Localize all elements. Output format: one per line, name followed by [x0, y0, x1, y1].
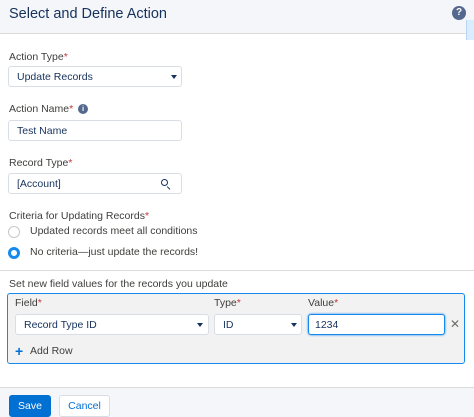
required-marker: * [334, 297, 339, 309]
radio-button-selected[interactable] [8, 247, 20, 259]
action-name-label: Action Name* [9, 103, 73, 115]
chevron-down-icon [171, 75, 177, 79]
field-select[interactable]: Record Type ID [15, 314, 209, 335]
record-type-label: Record Type* [9, 157, 72, 169]
action-name-input[interactable] [8, 120, 182, 141]
field-values-panel: Field* Type* Value* Record Type ID ID ✕ … [7, 293, 465, 364]
search-icon[interactable] [161, 179, 171, 190]
value-input[interactable] [308, 314, 445, 335]
required-marker: * [144, 210, 150, 222]
type-select-value: ID [223, 319, 234, 331]
field-select-value: Record Type ID [24, 319, 97, 331]
record-type-input[interactable] [8, 173, 182, 194]
section-divider [0, 270, 474, 271]
type-select[interactable]: ID [214, 314, 302, 335]
action-type-value: Update Records [17, 71, 93, 83]
field-column-label: Field* [15, 297, 42, 309]
criteria-label-text: Criteria for Updating Records [9, 210, 145, 222]
required-marker: * [68, 157, 73, 169]
required-marker: * [69, 103, 74, 115]
plus-icon: + [15, 343, 24, 359]
required-marker: * [63, 51, 68, 63]
add-row-label: Add Row [30, 345, 73, 357]
info-icon[interactable]: i [78, 104, 88, 114]
help-icon[interactable]: ? [452, 6, 466, 20]
field-column-text: Field [15, 297, 38, 309]
close-icon[interactable]: ✕ [450, 317, 460, 331]
chevron-down-icon [197, 323, 203, 327]
radio-button[interactable] [8, 226, 20, 238]
dialog-title: Select and Define Action [9, 6, 167, 22]
record-type-label-text: Record Type [9, 157, 69, 169]
side-panel-tab[interactable] [466, 20, 474, 40]
criteria-option-label: Updated records meet all conditions [30, 225, 198, 237]
required-marker: * [236, 297, 241, 309]
dialog-header: Select and Define Action ? [0, 0, 474, 34]
field-values-heading: Set new field values for the records you… [9, 278, 228, 290]
dialog-footer: Save Cancel [0, 387, 474, 417]
value-column-text: Value [308, 297, 335, 309]
criteria-option-label: No criteria—just update the records! [30, 246, 199, 258]
action-name-label-text: Action Name [9, 103, 70, 115]
required-marker: * [37, 297, 42, 309]
action-type-label: Action Type* [9, 51, 68, 63]
action-type-select[interactable]: Update Records [8, 66, 182, 87]
type-column-label: Type* [214, 297, 241, 309]
action-type-label-text: Action Type [9, 51, 64, 63]
type-column-text: Type [214, 297, 237, 309]
save-button[interactable]: Save [9, 395, 51, 417]
criteria-label: Criteria for Updating Records* [9, 210, 149, 222]
chevron-down-icon [291, 323, 297, 327]
cancel-button[interactable]: Cancel [59, 395, 110, 417]
value-column-label: Value* [308, 297, 338, 309]
